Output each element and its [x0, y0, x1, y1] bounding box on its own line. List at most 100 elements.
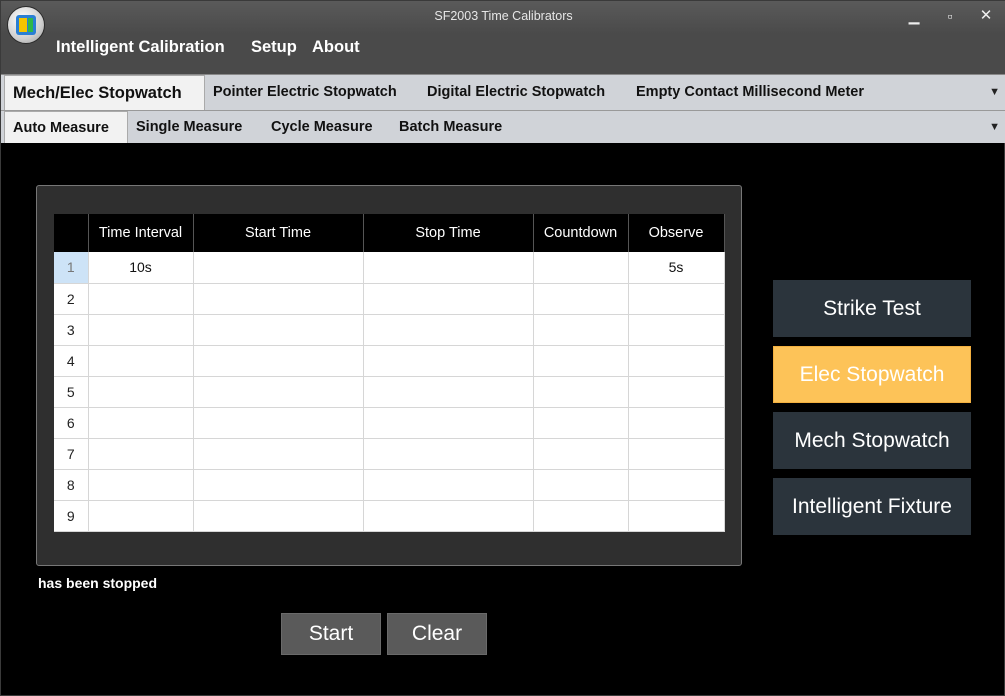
cell-stop-time[interactable] — [363, 407, 534, 439]
tab-pointer-electric-stopwatch[interactable]: Pointer Electric Stopwatch — [213, 75, 397, 110]
clear-button[interactable]: Clear — [387, 613, 487, 655]
table-row[interactable]: 3 — [54, 314, 725, 346]
row-number[interactable]: 7 — [54, 438, 89, 470]
cell-countdown[interactable] — [533, 283, 629, 315]
menu-setup[interactable]: Setup — [251, 38, 297, 57]
cell-start-time[interactable] — [193, 252, 364, 284]
table-row[interactable]: 5 — [54, 376, 725, 408]
cell-start-time[interactable] — [193, 345, 364, 377]
intelligent-fixture-button[interactable]: Intelligent Fixture — [773, 478, 971, 535]
cell-start-time[interactable] — [193, 314, 364, 346]
column-header-time-interval[interactable]: Time Interval — [88, 214, 194, 252]
cell-time-interval[interactable] — [88, 438, 194, 470]
cell-time-interval[interactable] — [88, 314, 194, 346]
tab-batch-measure[interactable]: Batch Measure — [399, 111, 502, 143]
table-row[interactable]: 2 — [54, 283, 725, 315]
cell-observe[interactable] — [628, 345, 725, 377]
measure-overflow-chevron-down-icon[interactable]: ▼ — [989, 121, 1000, 133]
cell-time-interval[interactable]: 10s — [88, 252, 194, 284]
cell-countdown[interactable] — [533, 252, 629, 284]
tab-overflow-chevron-down-icon[interactable]: ▼ — [989, 86, 1000, 98]
row-number[interactable]: 2 — [54, 283, 89, 315]
cell-countdown[interactable] — [533, 407, 629, 439]
cell-stop-time[interactable] — [363, 376, 534, 408]
start-button[interactable]: Start — [281, 613, 381, 655]
cell-observe[interactable] — [628, 314, 725, 346]
cell-start-time[interactable] — [193, 438, 364, 470]
cell-stop-time[interactable] — [363, 438, 534, 470]
row-number[interactable]: 3 — [54, 314, 89, 346]
cell-observe[interactable] — [628, 407, 725, 439]
column-header-stop-time[interactable]: Stop Time — [363, 214, 534, 252]
cell-observe[interactable] — [628, 283, 725, 315]
column-header-countdown[interactable]: Countdown — [533, 214, 629, 252]
cell-countdown[interactable] — [533, 500, 629, 532]
cell-time-interval[interactable] — [88, 345, 194, 377]
cell-time-interval[interactable] — [88, 469, 194, 501]
table-row[interactable]: 4 — [54, 345, 725, 377]
cell-start-time[interactable] — [193, 500, 364, 532]
cell-observe[interactable]: 5s — [628, 252, 725, 284]
cell-stop-time[interactable] — [363, 469, 534, 501]
mech-stopwatch-button[interactable]: Mech Stopwatch — [773, 412, 971, 469]
app-window: SF2003 Time Calibrators ▁ ▫ ✕ Intelligen… — [0, 0, 1005, 696]
column-header-start-time[interactable]: Start Time — [193, 214, 364, 252]
table-row[interactable]: 6 — [54, 407, 725, 439]
cell-observe[interactable] — [628, 376, 725, 408]
tab-cycle-measure[interactable]: Cycle Measure — [271, 111, 373, 143]
column-header-index — [54, 214, 89, 252]
tab-auto-measure[interactable]: Auto Measure — [4, 111, 128, 143]
measurement-table: Time Interval Start Time Stop Time Count… — [54, 214, 725, 532]
cell-countdown[interactable] — [533, 345, 629, 377]
cell-countdown[interactable] — [533, 469, 629, 501]
column-header-observe[interactable]: Observe — [628, 214, 725, 252]
cell-stop-time[interactable] — [363, 500, 534, 532]
app-logo-icon[interactable] — [7, 6, 45, 44]
cell-stop-time[interactable] — [363, 252, 534, 284]
measure-tab-bar: Auto Measure Single Measure Cycle Measur… — [1, 110, 1005, 143]
cell-start-time[interactable] — [193, 283, 364, 315]
cell-countdown[interactable] — [533, 438, 629, 470]
cell-stop-time[interactable] — [363, 345, 534, 377]
row-number[interactable]: 5 — [54, 376, 89, 408]
maximize-button[interactable]: ▫ — [935, 5, 965, 27]
cell-start-time[interactable] — [193, 469, 364, 501]
strike-test-button[interactable]: Strike Test — [773, 280, 971, 337]
tab-digital-electric-stopwatch[interactable]: Digital Electric Stopwatch — [427, 75, 605, 110]
table-row[interactable]: 7 — [54, 438, 725, 470]
minimize-button[interactable]: ▁ — [899, 5, 929, 27]
row-number[interactable]: 8 — [54, 469, 89, 501]
close-button[interactable]: ✕ — [971, 5, 1001, 27]
elec-stopwatch-button[interactable]: Elec Stopwatch — [773, 346, 971, 403]
cell-time-interval[interactable] — [88, 376, 194, 408]
tab-mech-elec-stopwatch[interactable]: Mech/Elec Stopwatch — [4, 75, 205, 110]
device-tab-bar: Mech/Elec Stopwatch Pointer Electric Sto… — [1, 74, 1005, 110]
status-message: has been stopped — [38, 575, 158, 591]
menu-bar: Intelligent Calibration Setup About — [1, 34, 1005, 74]
title-bar[interactable]: SF2003 Time Calibrators ▁ ▫ ✕ — [1, 1, 1005, 34]
table-row[interactable]: 9 — [54, 500, 725, 532]
table-row[interactable]: 8 — [54, 469, 725, 501]
cell-start-time[interactable] — [193, 407, 364, 439]
cell-stop-time[interactable] — [363, 283, 534, 315]
menu-about[interactable]: About — [312, 38, 360, 57]
cell-observe[interactable] — [628, 500, 725, 532]
table-header-row: Time Interval Start Time Stop Time Count… — [54, 214, 725, 252]
cell-start-time[interactable] — [193, 376, 364, 408]
table-row[interactable]: 1 10s 5s — [54, 252, 725, 284]
tab-empty-contact-millisecond-meter[interactable]: Empty Contact Millisecond Meter — [636, 75, 864, 110]
cell-time-interval[interactable] — [88, 500, 194, 532]
cell-observe[interactable] — [628, 469, 725, 501]
row-number[interactable]: 4 — [54, 345, 89, 377]
tab-single-measure[interactable]: Single Measure — [136, 111, 242, 143]
cell-time-interval[interactable] — [88, 283, 194, 315]
cell-countdown[interactable] — [533, 314, 629, 346]
cell-stop-time[interactable] — [363, 314, 534, 346]
cell-time-interval[interactable] — [88, 407, 194, 439]
row-number[interactable]: 6 — [54, 407, 89, 439]
cell-observe[interactable] — [628, 438, 725, 470]
cell-countdown[interactable] — [533, 376, 629, 408]
menu-intelligent-calibration[interactable]: Intelligent Calibration — [56, 38, 225, 57]
row-number[interactable]: 1 — [54, 252, 89, 284]
row-number[interactable]: 9 — [54, 500, 89, 532]
